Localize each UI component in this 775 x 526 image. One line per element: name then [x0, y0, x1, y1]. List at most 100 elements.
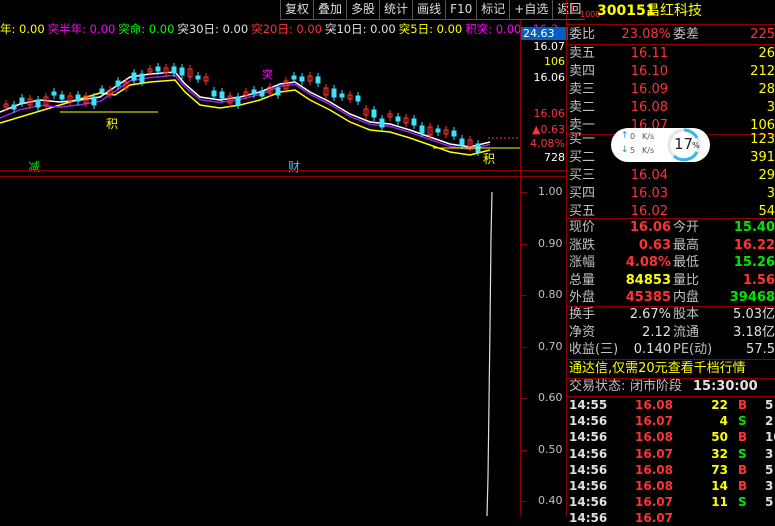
stock-header[interactable]: L 1000 300151 昌红科技: [567, 2, 775, 22]
quote-label: 最高: [673, 237, 700, 253]
finance-label: 净资: [569, 324, 596, 340]
candle: [211, 90, 217, 97]
candle: [251, 89, 257, 95]
axis-label: 728: [544, 151, 565, 164]
toolbar-button[interactable]: +自选: [509, 0, 553, 20]
tick-row[interactable]: 14:56 16.07 4 S 2: [567, 413, 775, 429]
tick-count: 3: [765, 479, 774, 493]
asks-volume: 212: [750, 64, 775, 79]
tick-row[interactable]: 14:56 16.08 50 B 10: [567, 429, 775, 445]
finance-value: 0.140: [633, 342, 671, 357]
toolbar-button[interactable]: 叠加: [313, 0, 347, 20]
indicator-line: 年: 0.00 突半年: 0.00 突命: 0.00 突30日: 0.00 突20日: …: [0, 20, 561, 38]
toolbar-button[interactable]: 画线: [412, 0, 446, 20]
asks-row[interactable]: 卖五 16.11 26: [567, 45, 775, 63]
tick-time: 14:56: [569, 479, 608, 493]
indicator-value: 突半年: 0.00: [47, 22, 116, 36]
chart-mark-tu: 突: [262, 68, 273, 81]
candle: [459, 138, 465, 146]
bottom-chart[interactable]: [0, 177, 520, 516]
upload-speed: 0: [630, 132, 636, 141]
toolbar-button[interactable]: 标记: [476, 0, 510, 20]
asks-row[interactable]: 卖四 16.10 212: [567, 63, 775, 81]
quote-value: 4.08%: [625, 255, 671, 270]
bids-row[interactable]: 买三 16.04 29: [567, 167, 775, 185]
quote-label: 涨跌: [569, 237, 596, 253]
quote-value: 16.22: [733, 237, 775, 253]
tick-price: 16.07: [635, 511, 673, 526]
toolbar-button[interactable]: 复权: [280, 0, 314, 20]
axis-label: 106: [544, 55, 565, 68]
bids-volume: 391: [750, 150, 775, 165]
quote-value: 39468: [729, 290, 775, 305]
status-label: 交易状态:: [569, 379, 626, 394]
percent-value: 17: [674, 135, 694, 153]
axis-tick: [521, 501, 527, 502]
tick-side: B: [738, 479, 748, 493]
tick-row[interactable]: 14:55 16.08 22 B 5: [567, 397, 775, 413]
tick-row[interactable]: 14:56 16.07 32 S 3: [567, 446, 775, 462]
quote-label: 内盘: [673, 290, 700, 305]
candle: [59, 94, 65, 100]
bids-volume: 123: [750, 132, 775, 147]
down-arrow-icon: ↓: [621, 145, 629, 155]
tick-price: 16.08: [635, 479, 673, 493]
diff-value: 225: [750, 27, 775, 42]
quote-row: 总量 84853 量比 1.56: [567, 272, 775, 290]
candle: [411, 118, 417, 126]
ma-line-yellow: [0, 79, 491, 156]
axis-label: 4.08%: [530, 137, 565, 150]
upload-unit: K/s: [642, 132, 655, 141]
candle: [355, 95, 361, 102]
tick-row[interactable]: 14:56 16.07 11 S 5: [567, 494, 775, 510]
axis-top: 24.63: [521, 27, 568, 40]
asks-row[interactable]: 卖三 16.09 28: [567, 81, 775, 99]
promo-link[interactable]: 通达信,仅需20元查看千档行情: [567, 360, 775, 378]
tick-row[interactable]: 14:56 16.08 73 B 5: [567, 462, 775, 478]
toolbar: 复权 叠加 多股 统计 画线 F10 标记 +自选 返回: [280, 0, 586, 20]
up-arrow-icon: ↑: [621, 131, 629, 141]
candle: [115, 80, 121, 87]
kline-chart[interactable]: [0, 38, 520, 170]
toolbar-button[interactable]: 多股: [346, 0, 380, 20]
asks-volume: 26: [758, 46, 775, 61]
asks-row[interactable]: 卖二 16.08 3: [567, 99, 775, 117]
asks-label: 卖四: [569, 64, 596, 79]
axis-tick: [521, 295, 527, 296]
axis-tick-label: 0.70: [538, 339, 563, 353]
candle: [275, 87, 281, 96]
promo-text: 通达信,仅需20元查看千档行情: [569, 361, 746, 376]
asks-price: 16.09: [630, 82, 668, 97]
tick-row[interactable]: 14:56 16.08 14 B 3: [567, 478, 775, 494]
download-speed: 5: [630, 146, 636, 155]
ma-line-white: [0, 71, 491, 148]
bids-row[interactable]: 买四 16.03 3: [567, 185, 775, 203]
tick-side: B: [738, 462, 748, 477]
axis-tick-label: 0.60: [538, 391, 563, 404]
tick-volume: 14: [711, 479, 728, 493]
candle: [299, 76, 305, 82]
toolbar-button[interactable]: F10: [445, 0, 477, 20]
tick-row[interactable]: 14:56 16.07: [567, 510, 775, 526]
chart-mark-jian: 减: [28, 160, 41, 174]
toolbar-button[interactable]: 统计: [379, 0, 413, 20]
tick-time: 14:55: [569, 398, 608, 412]
quote-label: 现价: [569, 220, 596, 235]
axis-divider: [520, 20, 521, 516]
quote-label: 量比: [673, 272, 700, 288]
speed-popup[interactable]: ↑ 0 K/s ↓ 5 K/s 17 %: [611, 128, 710, 162]
quote-label: 涨幅: [569, 255, 596, 270]
candle: [35, 99, 41, 108]
candle: [171, 66, 177, 74]
indicator-value: 突5日: 0.00: [398, 22, 463, 36]
order-ratio-row: 委比 23.08% 委差 225: [567, 26, 775, 44]
quote-row: 现价 16.06 今开 15.40: [567, 219, 775, 237]
bids-label: 买四: [569, 186, 596, 201]
tick-time: 14:56: [569, 495, 608, 510]
quote-row: 外盘 45385 内盘 39468: [567, 289, 775, 307]
quote-row: 涨幅 4.08% 最低 15.26: [567, 254, 775, 272]
indicator-value: 突20日: 0.00: [251, 22, 322, 36]
tick-count: 5: [765, 398, 774, 412]
tick-price: 16.07: [635, 414, 673, 429]
quote-value: 0.63: [638, 237, 671, 253]
